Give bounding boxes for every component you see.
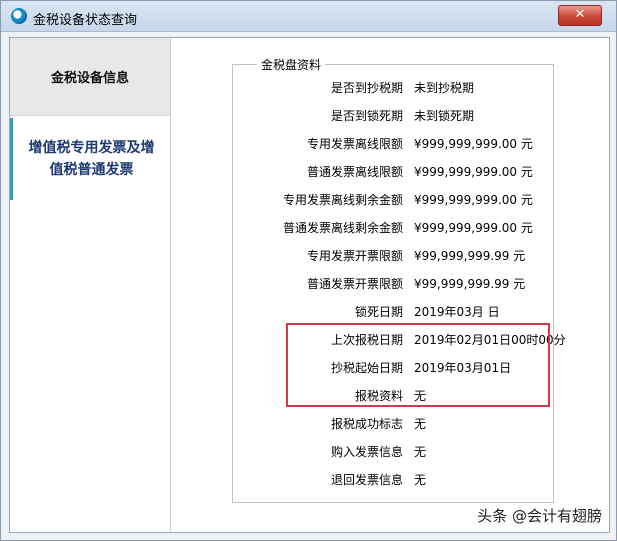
row-value: 未到抄税期 xyxy=(414,81,475,95)
watermark: 头条 @会计有翅膀 xyxy=(477,507,602,525)
row-value: ¥999,999,999.00 元 xyxy=(414,165,533,179)
row-value: 无 xyxy=(414,445,427,459)
row-label: 是否到锁死期 xyxy=(330,109,403,123)
sidebar-item-device-info[interactable]: 金税设备信息 xyxy=(10,38,170,116)
row-label: 普通发票开票限额 xyxy=(306,277,403,291)
row-label: 是否到抄税期 xyxy=(330,81,403,95)
sidebar-item-label-line1: 增值税专用发票及增 xyxy=(28,140,155,156)
app-window: 金税设备状态查询 ✕ 金税设备信息 增值税专用发票及增 值税普通发票 金税盘资料… xyxy=(0,0,617,541)
row-label: 普通发票离线剩余金额 xyxy=(282,221,403,235)
info-row: 专用发票开票限额 ¥99,999,999.99 元 xyxy=(233,247,553,267)
row-value: 无 xyxy=(414,473,427,487)
row-label: 专用发票离线限额 xyxy=(306,137,403,151)
window-title: 金税设备状态查询 xyxy=(33,13,138,28)
client-area: 金税设备信息 增值税专用发票及增 值税普通发票 金税盘资料 是否到抄税期 未到抄… xyxy=(9,37,610,533)
row-value: 无 xyxy=(414,417,427,431)
info-row: 购入发票信息 无 xyxy=(233,443,553,463)
group-title: 金税盘资料 xyxy=(257,56,326,73)
row-label: 退回发票信息 xyxy=(330,473,403,487)
row-label: 报税成功标志 xyxy=(330,417,403,431)
row-label: 普通发票离线限额 xyxy=(306,165,403,179)
info-row: 专用发票离线剩余金额 ¥999,999,999.00 元 xyxy=(233,191,553,211)
row-value: ¥999,999,999.00 元 xyxy=(414,193,533,207)
info-row: 普通发票开票限额 ¥99,999,999.99 元 xyxy=(233,275,553,295)
row-label: 购入发票信息 xyxy=(330,445,403,459)
row-value: ¥99,999,999.99 元 xyxy=(414,249,526,263)
info-row: 退回发票信息 无 xyxy=(233,471,553,491)
app-logo-icon xyxy=(11,8,27,24)
row-value: 2019年03月 日 xyxy=(414,305,500,319)
info-row: 普通发票离线剩余金额 ¥999,999,999.00 元 xyxy=(233,219,553,239)
row-value: 未到锁死期 xyxy=(414,109,475,123)
row-value: ¥999,999,999.00 元 xyxy=(414,137,533,151)
content-panel: 金税盘资料 是否到抄税期 未到抄税期 是否到锁死期 未到锁死期 专用发票离线限额… xyxy=(170,38,609,532)
sidebar-item-label: 金税设备信息 xyxy=(50,71,129,86)
info-row: 专用发票离线限额 ¥999,999,999.00 元 xyxy=(233,135,553,155)
row-label: 锁死日期 xyxy=(354,305,403,319)
row-label: 专用发票开票限额 xyxy=(306,249,403,263)
info-row: 是否到抄税期 未到抄税期 xyxy=(233,79,553,99)
info-row: 锁死日期 2019年03月 日 xyxy=(233,303,553,323)
row-value: ¥99,999,999.99 元 xyxy=(414,277,526,291)
close-button[interactable]: ✕ xyxy=(558,5,602,26)
row-label: 专用发票离线剩余金额 xyxy=(282,193,403,207)
info-row: 普通发票离线限额 ¥999,999,999.00 元 xyxy=(233,163,553,183)
title-bar[interactable]: 金税设备状态查询 ✕ xyxy=(1,1,616,32)
sidebar-item-label: 增值税专用发票及增 值税普通发票 xyxy=(29,137,155,181)
info-row: 是否到锁死期 未到锁死期 xyxy=(233,107,553,127)
tax-disk-groupbox: 金税盘资料 是否到抄税期 未到抄税期 是否到锁死期 未到锁死期 专用发票离线限额… xyxy=(232,56,566,503)
info-row: 报税成功标志 无 xyxy=(233,415,553,435)
sidebar-item-label-line2: 值税普通发票 xyxy=(49,162,134,178)
sidebar-item-invoices[interactable]: 增值税专用发票及增 值税普通发票 xyxy=(10,118,170,200)
highlight-box xyxy=(286,323,550,407)
sidebar: 金税设备信息 增值税专用发票及增 值税普通发票 xyxy=(10,38,170,532)
row-value: ¥999,999,999.00 元 xyxy=(414,221,533,235)
